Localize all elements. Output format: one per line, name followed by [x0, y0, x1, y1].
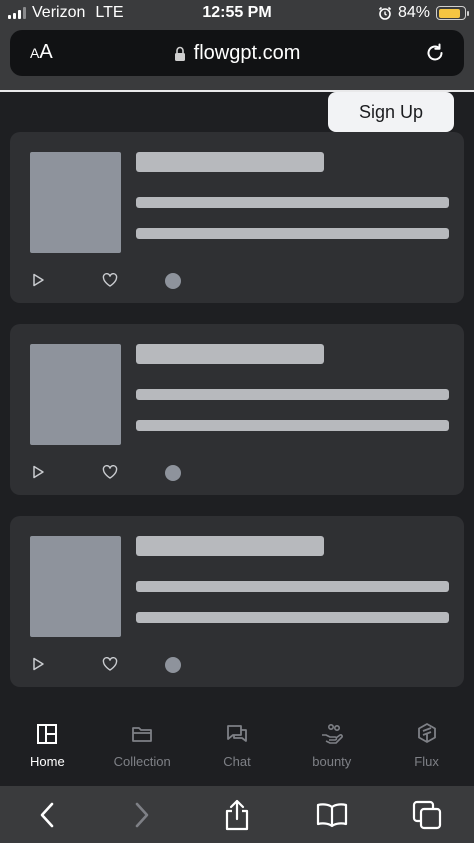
nav-item-collection[interactable]: Collection — [95, 714, 189, 786]
heart-icon[interactable] — [102, 657, 118, 671]
title-placeholder — [136, 344, 324, 364]
nav-item-chat[interactable]: Chat — [190, 714, 284, 786]
nav-item-bounty[interactable]: bounty — [285, 714, 379, 786]
heart-icon[interactable] — [102, 465, 118, 479]
nav-label: Flux — [414, 754, 439, 769]
bottom-nav: Home Collection Chat bounty Flux — [0, 714, 474, 786]
reload-icon[interactable] — [424, 42, 446, 64]
address-bar[interactable]: AA flowgpt.com — [10, 30, 464, 76]
thumbnail-placeholder — [30, 152, 121, 253]
status-bar: Verizon LTE 12:55 PM 84% — [0, 0, 474, 26]
nav-label: Collection — [113, 754, 171, 769]
text-placeholder — [136, 389, 449, 400]
title-placeholder — [136, 152, 324, 172]
tabs-icon — [412, 800, 441, 829]
battery-fill — [438, 8, 460, 18]
play-icon[interactable] — [30, 464, 46, 480]
chevron-left-icon — [41, 802, 54, 827]
book-icon — [316, 802, 347, 827]
nav-item-flux[interactable]: Flux — [380, 714, 474, 786]
share-icon — [225, 799, 249, 830]
text-placeholder — [136, 197, 449, 208]
tabs-button[interactable] — [407, 795, 447, 835]
browser-chrome: AA flowgpt.com — [0, 26, 474, 90]
text-placeholder — [136, 228, 449, 239]
battery-percent: 84% — [397, 4, 430, 21]
play-icon[interactable] — [30, 656, 46, 672]
bookmarks-button[interactable] — [312, 795, 352, 835]
browser-toolbar — [0, 786, 474, 843]
text-placeholder — [136, 420, 449, 431]
battery-icon — [436, 6, 469, 20]
lock-icon — [174, 46, 185, 61]
prompt-card-skeleton[interactable] — [10, 516, 464, 687]
text-placeholder — [136, 581, 449, 592]
thumbnail-placeholder — [30, 344, 121, 445]
nav-label: bounty — [312, 754, 352, 769]
url-text[interactable]: flowgpt.com — [194, 42, 301, 65]
back-button[interactable] — [27, 795, 67, 835]
text-placeholder — [136, 612, 449, 623]
title-placeholder — [136, 536, 324, 556]
avatar-placeholder — [165, 465, 181, 481]
heart-icon[interactable] — [102, 273, 118, 287]
forward-button[interactable] — [122, 795, 162, 835]
prompt-card-skeleton[interactable] — [10, 324, 464, 495]
hand-coins-icon — [321, 723, 343, 744]
nav-item-home[interactable]: Home — [0, 714, 94, 786]
play-icon[interactable] — [30, 272, 46, 288]
chat-icon — [227, 725, 247, 742]
nav-label: Chat — [223, 754, 251, 769]
flux-logo-icon — [417, 723, 436, 743]
layout-icon — [37, 724, 58, 744]
thumbnail-placeholder — [30, 536, 121, 637]
avatar-placeholder — [165, 657, 181, 673]
folder-icon — [132, 727, 153, 742]
nav-label: Home — [30, 754, 65, 769]
prompt-card-skeleton[interactable] — [10, 132, 464, 303]
avatar-placeholder — [165, 273, 181, 289]
share-button[interactable] — [217, 795, 257, 835]
alarm-icon — [378, 6, 392, 20]
signup-button[interactable]: Sign Up — [328, 92, 454, 132]
chevron-right-icon — [135, 802, 149, 827]
